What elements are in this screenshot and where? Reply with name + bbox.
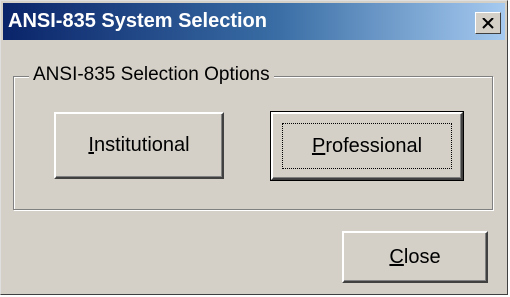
close-x-icon (482, 17, 494, 29)
close-button[interactable]: Close (342, 231, 488, 283)
professional-label: Professional (311, 134, 423, 157)
title-close-button[interactable] (475, 12, 501, 34)
title-bar[interactable]: ANSI-835 System Selection (3, 3, 505, 40)
professional-button[interactable]: Professional (270, 111, 464, 181)
group-legend: ANSI-835 Selection Options (29, 64, 274, 86)
institutional-label: Institutional (88, 134, 190, 156)
window-title: ANSI-835 System Selection (8, 10, 267, 32)
institutional-button[interactable]: Institutional (54, 112, 224, 179)
close-label: Close (389, 245, 441, 268)
